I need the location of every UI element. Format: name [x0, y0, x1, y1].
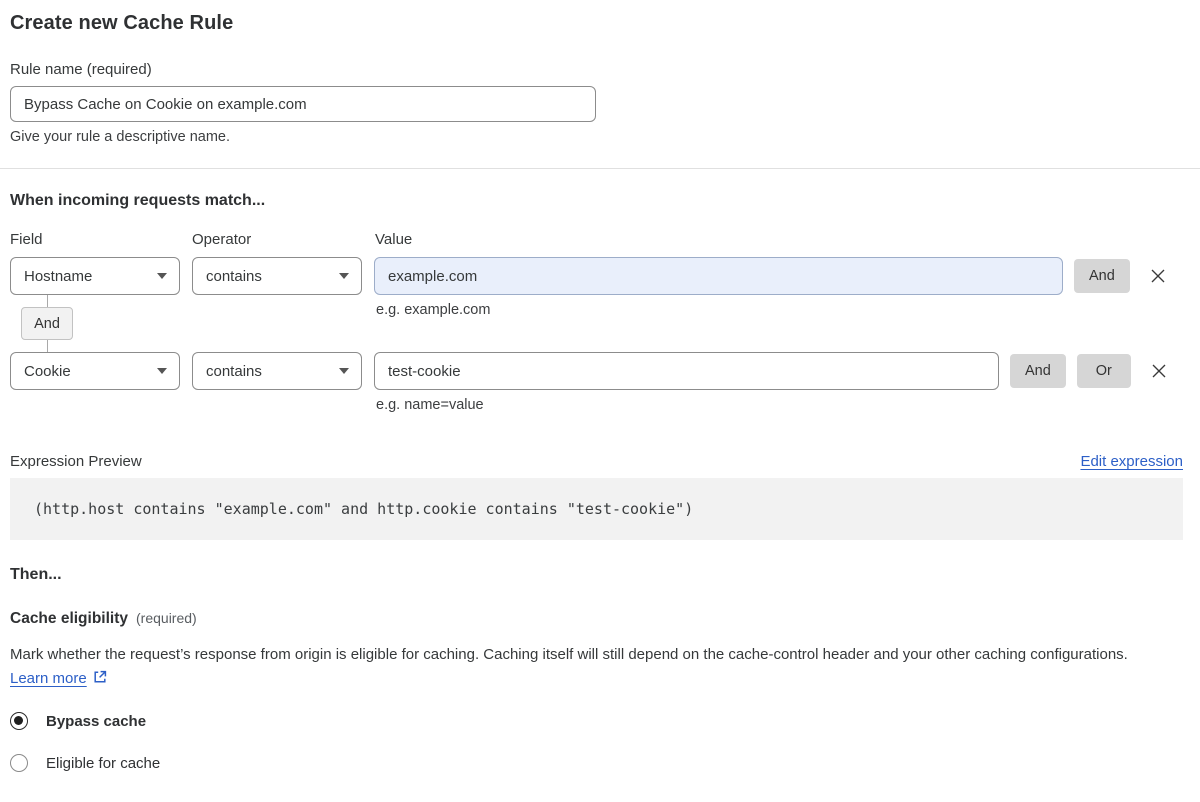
value-helper: e.g. example.com — [376, 302, 491, 318]
close-icon — [1152, 364, 1166, 378]
or-button[interactable]: Or — [1076, 354, 1131, 388]
value-input[interactable] — [374, 257, 1063, 295]
operator-column-label: Operator — [192, 231, 252, 248]
learn-more-link[interactable]: Learn more — [10, 670, 87, 687]
radio-selected-icon[interactable] — [10, 712, 28, 730]
and-connector: And — [21, 295, 73, 352]
match-row: Cookie contains e.g. name=value And Or — [10, 352, 1183, 413]
radio-unselected-icon[interactable] — [10, 754, 28, 772]
section-divider — [0, 168, 1200, 169]
connector-line — [46, 340, 48, 352]
external-link-icon — [94, 670, 106, 683]
and-button[interactable]: And — [1010, 354, 1066, 388]
field-dropdown[interactable]: Cookie — [10, 352, 180, 390]
caret-down-icon — [157, 368, 167, 374]
cache-eligibility-description: Mark whether the request’s response from… — [10, 643, 1170, 691]
required-note: (required) — [136, 610, 197, 626]
field-dropdown-value: Cookie — [24, 362, 71, 380]
operator-dropdown-value: contains — [206, 362, 262, 380]
match-heading: When incoming requests match... — [10, 192, 266, 209]
operator-dropdown[interactable]: contains — [192, 257, 362, 295]
field-dropdown-value: Hostname — [24, 267, 93, 285]
caret-down-icon — [157, 273, 167, 279]
description-text: Mark whether the request’s response from… — [10, 646, 1128, 663]
then-heading: Then... — [10, 566, 62, 583]
connector-line — [46, 295, 48, 307]
rule-name-label: Rule name (required) — [10, 61, 152, 78]
remove-row-button[interactable] — [1149, 361, 1169, 381]
page-title: Create new Cache Rule — [10, 12, 234, 34]
operator-dropdown-value: contains — [206, 267, 262, 285]
rule-name-input[interactable] — [10, 86, 596, 122]
connector-and-chip[interactable]: And — [21, 307, 73, 340]
expression-preview-box: (http.host contains "example.com" and ht… — [10, 478, 1183, 540]
and-button[interactable]: And — [1074, 259, 1130, 293]
eligible-for-cache-label: Eligible for cache — [46, 754, 161, 772]
field-column-label: Field — [10, 231, 43, 248]
caret-down-icon — [339, 368, 349, 374]
cache-eligibility-options: Bypass cache Eligible for cache — [10, 712, 1183, 772]
eligible-for-cache-option[interactable]: Eligible for cache — [10, 754, 1183, 772]
expression-code: (http.host contains "example.com" and ht… — [34, 500, 694, 518]
value-column-label: Value — [375, 231, 413, 248]
rule-name-helper: Give your rule a descriptive name. — [10, 129, 231, 145]
value-input[interactable] — [374, 352, 999, 390]
remove-row-button[interactable] — [1148, 266, 1168, 286]
value-helper: e.g. name=value — [376, 397, 484, 413]
bypass-cache-label: Bypass cache — [46, 712, 147, 730]
expression-preview-label: Expression Preview — [10, 453, 142, 470]
operator-dropdown[interactable]: contains — [192, 352, 362, 390]
cache-eligibility-heading: Cache eligibility — [10, 610, 129, 627]
edit-expression-link[interactable]: Edit expression — [1080, 453, 1183, 470]
match-row: Hostname contains e.g. example.com And — [10, 257, 1183, 318]
field-dropdown[interactable]: Hostname — [10, 257, 180, 295]
close-icon — [1151, 269, 1165, 283]
bypass-cache-option[interactable]: Bypass cache — [10, 712, 1183, 730]
match-columns-header: Field Operator Value — [10, 231, 1183, 248]
caret-down-icon — [339, 273, 349, 279]
